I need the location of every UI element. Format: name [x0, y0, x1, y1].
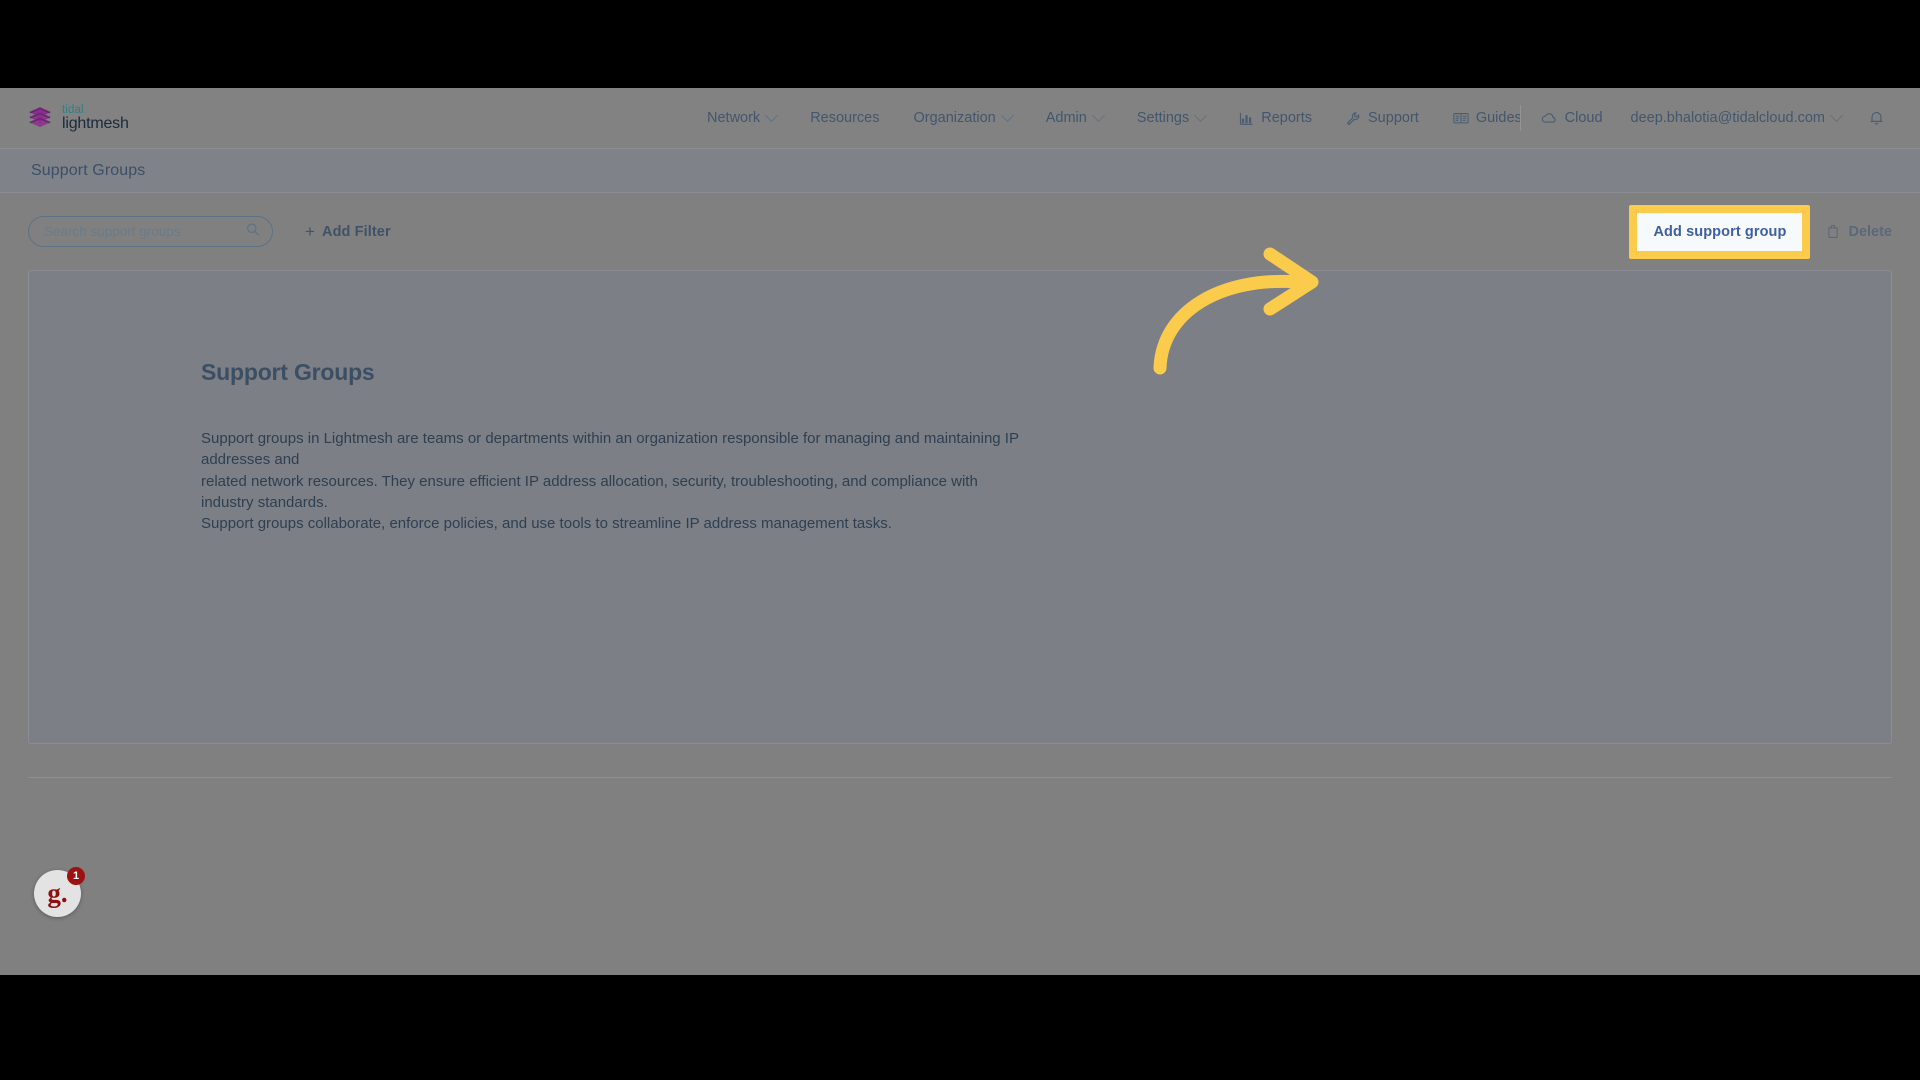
help-widget[interactable]: g. 1: [34, 867, 85, 917]
trash-icon: [1826, 224, 1840, 239]
widget-badge: 1: [67, 867, 85, 885]
footer-divider: [28, 777, 1892, 778]
content-card-inner: Support Groups Support groups in Lightme…: [29, 271, 1891, 534]
nav-label: Reports: [1261, 110, 1313, 126]
nav-label: Resources: [810, 110, 880, 126]
nav-item-admin[interactable]: Admin: [1029, 88, 1120, 148]
nav-item-organization[interactable]: Organization: [897, 88, 1029, 148]
nav-item-resources[interactable]: Resources: [793, 88, 896, 148]
nav-item-reports[interactable]: Reports: [1222, 88, 1329, 148]
page-title: Support Groups: [31, 161, 146, 179]
add-filter-button[interactable]: + Add Filter: [305, 223, 391, 240]
nav-right-cluster: Cloud deep.bhalotia@tidalcloud.com: [1514, 88, 1898, 148]
nav-label: Settings: [1136, 110, 1190, 126]
primary-nav: Network Resources Organization Admin Set…: [690, 88, 1539, 148]
nav-divider: [1519, 105, 1521, 131]
content-paragraph: Support groups in Lightmesh are teams or…: [201, 428, 1029, 534]
nav-label: Support: [1368, 110, 1419, 126]
wrench-icon: [1346, 111, 1361, 126]
list-toolbar: + Add Filter Add support group Delete: [0, 193, 1920, 270]
delete-label: Delete: [1848, 223, 1892, 240]
notifications-button[interactable]: [1855, 88, 1898, 148]
content-card: Support Groups Support groups in Lightme…: [28, 270, 1892, 744]
search-field-wrapper: [28, 216, 273, 247]
screenshot-root: tidal lightmesh Network Resources Organi…: [0, 0, 1920, 1080]
plus-icon: +: [305, 222, 316, 241]
brand-logo[interactable]: tidal lightmesh: [27, 104, 129, 133]
stacked-layers-icon: [27, 105, 53, 131]
brand-name-top: tidal: [62, 103, 84, 116]
nav-label: Cloud: [1564, 110, 1603, 126]
nav-item-settings[interactable]: Settings: [1120, 88, 1222, 148]
highlight-annotation: Add support group: [1629, 204, 1811, 259]
book-icon: [1453, 111, 1469, 125]
brand-name-bottom: lightmesh: [62, 114, 129, 132]
nav-label: Network: [707, 110, 761, 126]
search-input[interactable]: [28, 216, 273, 247]
chevron-down-icon: [1830, 108, 1843, 122]
delete-button[interactable]: Delete: [1826, 224, 1892, 240]
paragraph-line: Support groups collaborate, enforce poli…: [201, 515, 892, 533]
add-support-group-button[interactable]: Add support group: [1637, 212, 1803, 251]
chevron-down-icon: [1091, 108, 1105, 122]
nav-label: Admin: [1045, 110, 1087, 126]
chevron-down-icon: [765, 108, 779, 122]
content-heading: Support Groups: [201, 359, 375, 385]
nav-label: Organization: [913, 110, 996, 126]
chevron-down-icon: [1000, 108, 1014, 122]
account-email: deep.bhalotia@tidalcloud.com: [1630, 110, 1825, 126]
bar-chart-icon: [1239, 111, 1254, 126]
paragraph-line: Support groups in Lightmesh are teams or…: [201, 430, 1019, 469]
application-window: tidal lightmesh Network Resources Organi…: [0, 88, 1920, 975]
toolbar-right-actions: Add support group Delete: [1629, 204, 1892, 259]
top-navigation-bar: tidal lightmesh Network Resources Organi…: [0, 88, 1920, 149]
paragraph-line: related network resources. They ensure e…: [201, 472, 978, 511]
nav-item-network[interactable]: Network: [690, 88, 793, 148]
add-filter-label: Add Filter: [322, 223, 391, 240]
chevron-down-icon: [1194, 108, 1208, 122]
brand-text: tidal lightmesh: [62, 104, 129, 133]
cloud-icon: [1541, 112, 1558, 125]
account-menu[interactable]: deep.bhalotia@tidalcloud.com: [1617, 88, 1855, 148]
bell-icon: [1869, 110, 1884, 126]
page-title-bar: Support Groups: [0, 149, 1920, 193]
nav-item-cloud[interactable]: Cloud: [1527, 88, 1617, 148]
nav-item-support[interactable]: Support: [1329, 88, 1436, 148]
